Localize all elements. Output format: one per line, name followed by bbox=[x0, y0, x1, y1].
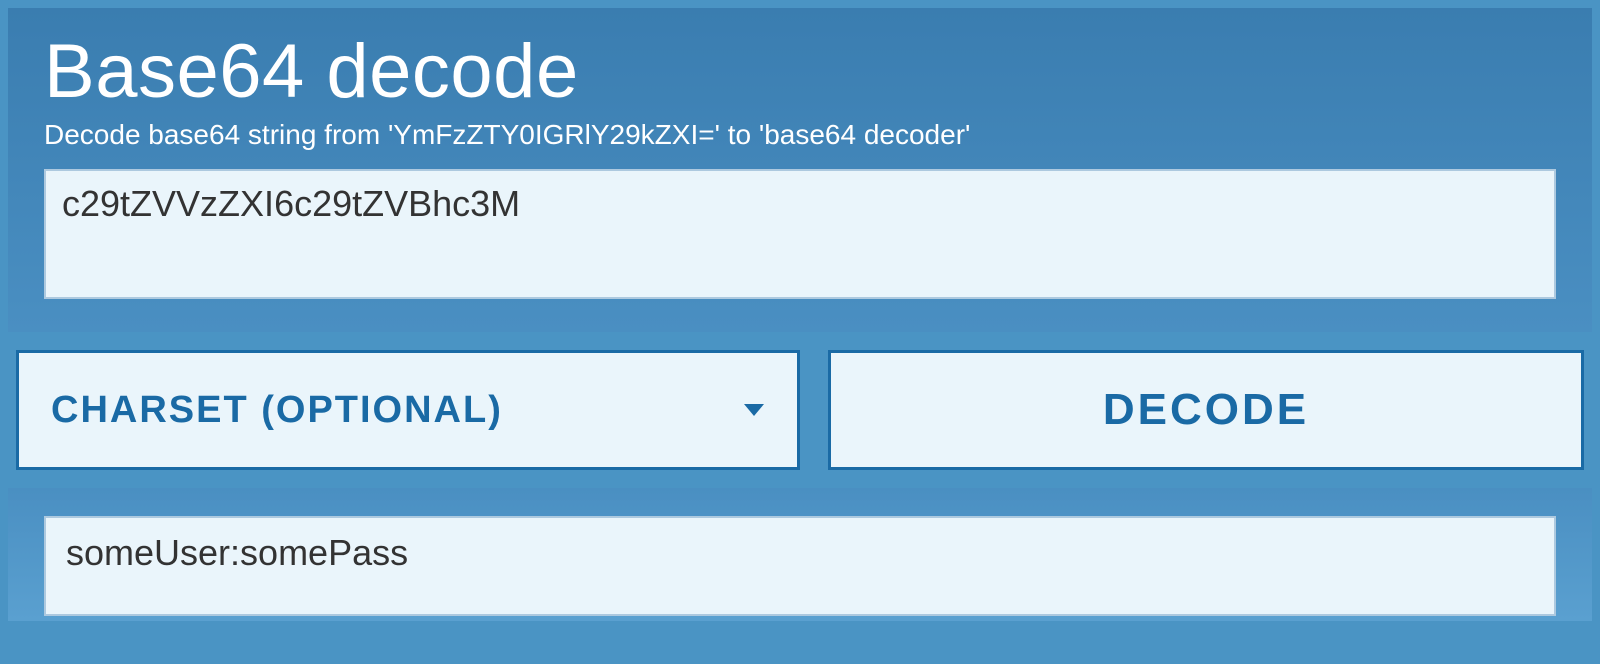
decode-button[interactable]: DECODE bbox=[828, 350, 1584, 470]
page-title: Base64 decode bbox=[44, 28, 1556, 115]
output-panel bbox=[8, 488, 1592, 621]
encode-panel: Base64 decode Decode base64 string from … bbox=[8, 8, 1592, 332]
base64-input[interactable] bbox=[44, 169, 1556, 299]
page-subtitle: Decode base64 string from 'YmFzZTY0IGRlY… bbox=[44, 119, 1556, 151]
charset-select-wrap: CHARSET (OPTIONAL) bbox=[16, 350, 800, 470]
decoded-output[interactable] bbox=[44, 516, 1556, 616]
controls-row: CHARSET (OPTIONAL) DECODE bbox=[8, 350, 1592, 470]
charset-select[interactable]: CHARSET (OPTIONAL) bbox=[16, 350, 800, 470]
app-container: Base64 decode Decode base64 string from … bbox=[0, 0, 1600, 664]
